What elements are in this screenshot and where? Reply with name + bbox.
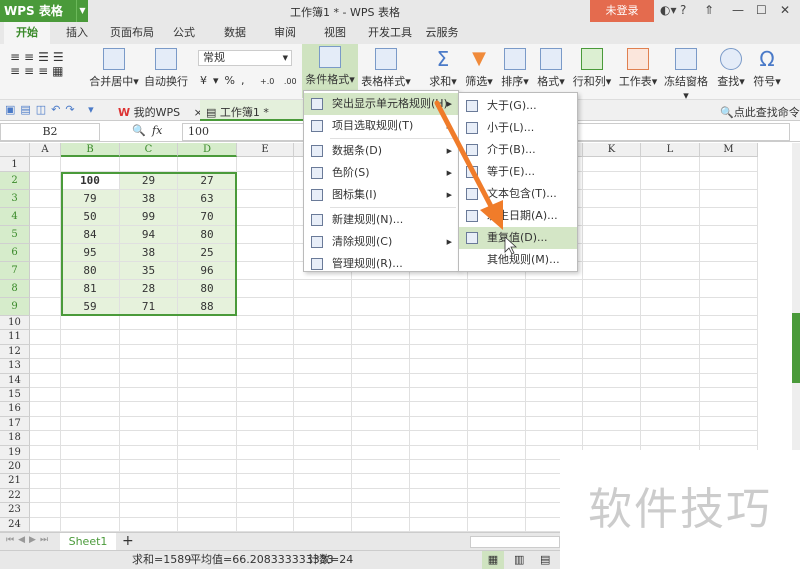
status-count: 计数=24 — [308, 553, 354, 566]
page-break-view-icon[interactable]: ▥ — [514, 551, 524, 569]
add-sheet-button[interactable]: + — [122, 533, 134, 549]
page-layout-view-icon[interactable]: ▤ — [540, 551, 550, 569]
sheet-nav-arrows[interactable]: ⏮◀▶⏭ — [6, 535, 52, 545]
normal-view-icon[interactable]: ▦ — [482, 551, 504, 569]
status-sum: 求和=1589 — [132, 553, 192, 566]
horizontal-scrollbar[interactable] — [470, 536, 560, 548]
sheet-tab-sheet1[interactable]: Sheet1 — [60, 533, 116, 551]
watermark: 软件技巧 — [560, 450, 800, 569]
